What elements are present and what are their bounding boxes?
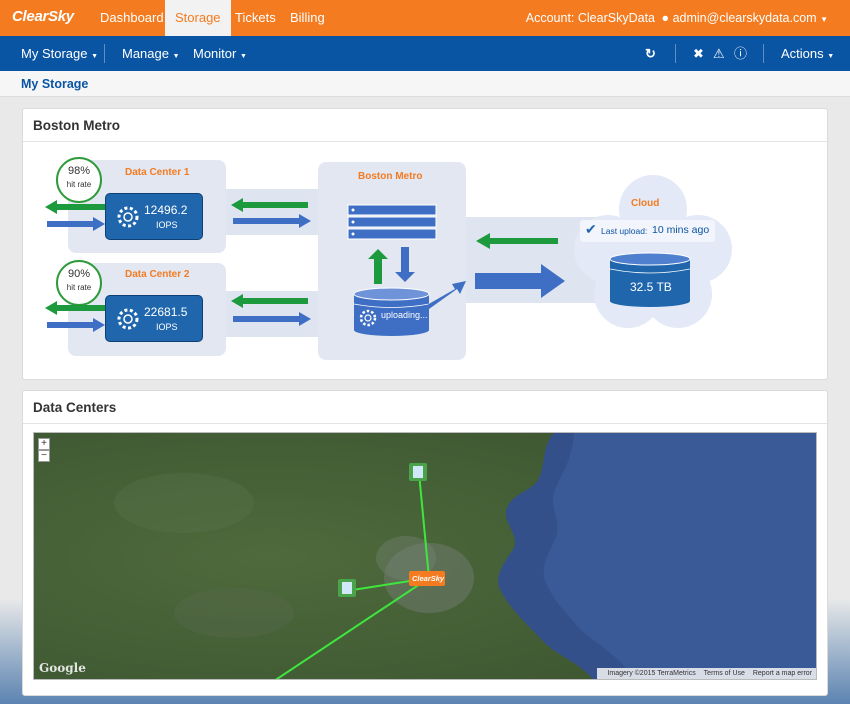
- warning-icon[interactable]: ⚠: [713, 36, 725, 71]
- divider: [675, 44, 676, 63]
- dc2-outer-green-arrow: [45, 301, 105, 315]
- uploading-status: uploading...: [381, 310, 428, 320]
- dc2-outer-blue-arrow: [47, 318, 105, 332]
- clearsky-logo[interactable]: ClearSky: [12, 8, 74, 25]
- metro-to-cloud-arrow: [427, 281, 466, 309]
- error-icon[interactable]: ✖: [693, 36, 704, 71]
- terms-of-use-link[interactable]: Terms of Use: [704, 670, 745, 677]
- clearsky-marker-label[interactable]: ClearSky: [412, 574, 444, 583]
- tab-storage[interactable]: Storage: [165, 0, 231, 36]
- dc1-outer-blue-arrow: [47, 217, 105, 231]
- zoom-out-button[interactable]: −: [38, 450, 50, 462]
- breadcrumb[interactable]: My Storage: [21, 77, 88, 91]
- info-icon[interactable]: ⓘ: [734, 36, 747, 71]
- top-bar: ClearSky Dashboard Storage Tickets Billi…: [0, 0, 850, 36]
- data-center-marker-icon: [409, 463, 427, 481]
- google-logo: Google: [39, 661, 86, 675]
- data-center-marker-icon: [338, 579, 356, 597]
- cloud-capacity: 32.5 TB: [630, 280, 672, 294]
- tab-billing[interactable]: Billing: [280, 0, 335, 36]
- chevron-down-icon: ▼: [239, 53, 247, 60]
- cloud-inbound-green-arrow: [476, 233, 558, 249]
- divider: [763, 44, 764, 63]
- map-view[interactable]: ClearSky + − Google Imagery ©2015 TerraM…: [33, 432, 817, 680]
- imagery-credit: Imagery ©2015 TerraMetrics: [607, 670, 696, 677]
- metro-down-blue-arrow: [395, 247, 415, 282]
- satellite-map[interactable]: [34, 433, 817, 680]
- tab-dashboard[interactable]: Dashboard: [90, 0, 174, 36]
- sub-nav-bar: My Storage ▼ Manage ▼ Monitor ▼ ↻ ✖ ⚠ ⓘ …: [0, 36, 850, 71]
- my-storage-label: My Storage: [21, 46, 88, 61]
- dc1-inbound-green-arrow: [231, 198, 308, 212]
- dc2-inbound-green-arrow: [231, 294, 308, 308]
- map-attribution: Imagery ©2015 TerraMetrics Terms of Use …: [597, 668, 816, 679]
- account-label: Account: ClearSkyData: [525, 11, 655, 25]
- chevron-down-icon: ▼: [820, 15, 828, 24]
- breadcrumb-bar: My Storage: [0, 71, 850, 97]
- user-icon: ●: [661, 11, 670, 25]
- tab-tickets[interactable]: Tickets: [225, 0, 286, 36]
- monitor-menu[interactable]: Monitor ▼: [193, 36, 247, 74]
- report-map-error-link[interactable]: Report a map error: [753, 670, 812, 677]
- actions-menu[interactable]: Actions ▼: [781, 36, 834, 74]
- panel-title: Data Centers: [23, 391, 827, 424]
- actions-label: Actions: [781, 46, 824, 61]
- user-menu[interactable]: ● admin@clearskydata.com ▼: [662, 0, 828, 38]
- zoom-in-button[interactable]: +: [38, 438, 50, 450]
- flow-diagram: [45, 198, 691, 336]
- monitor-label: Monitor: [193, 46, 237, 61]
- manage-label: Manage: [122, 46, 169, 61]
- dc2-outbound-blue-arrow: [233, 312, 311, 326]
- chevron-down-icon: ▼: [91, 53, 99, 60]
- chevron-down-icon: ▼: [172, 53, 180, 60]
- server-stack-icon: [347, 204, 437, 240]
- chevron-down-icon: ▼: [827, 53, 835, 60]
- metro-up-green-arrow: [368, 249, 388, 284]
- user-email: admin@clearskydata.com: [672, 11, 817, 25]
- cloud-outbound-blue-arrow: [475, 264, 565, 298]
- boston-metro-panel: Boston Metro Data Center 1 12496.2 IOPS …: [22, 108, 828, 380]
- divider: [104, 44, 105, 63]
- my-storage-menu[interactable]: My Storage ▼: [21, 36, 98, 74]
- refresh-icon[interactable]: ↻: [645, 36, 656, 71]
- dc1-outer-green-arrow: [45, 200, 105, 214]
- manage-menu[interactable]: Manage ▼: [122, 36, 180, 74]
- dc1-outbound-blue-arrow: [233, 214, 311, 228]
